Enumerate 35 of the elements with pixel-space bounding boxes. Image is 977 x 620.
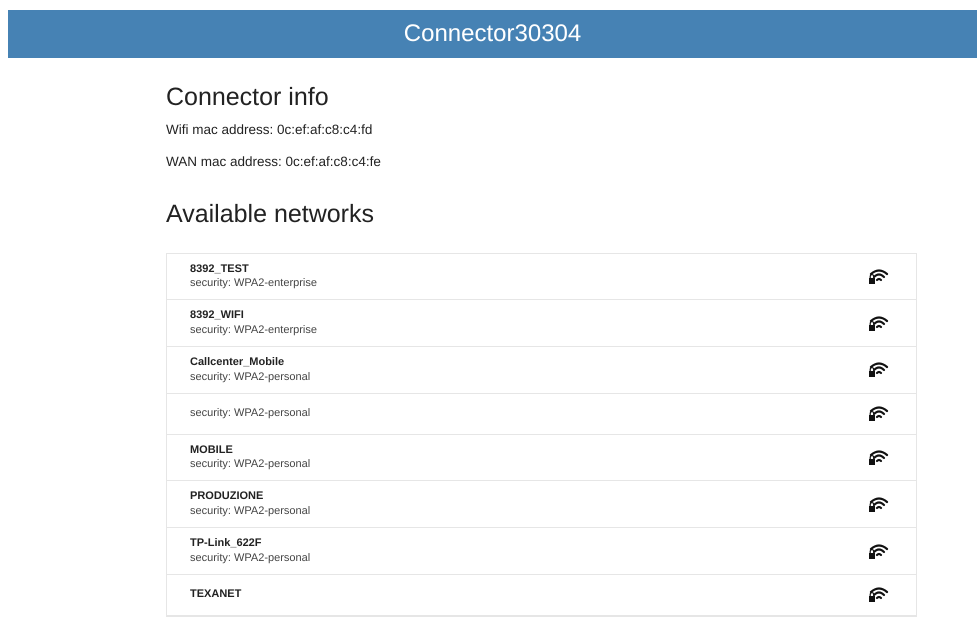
network-item[interactable]: security: WPA2-personal [167,394,916,435]
wifi-lock-icon [868,494,890,513]
security-text: security: WPA2-enterprise [190,276,317,292]
network-item[interactable]: 8392_TEST security: WPA2-enterprise [167,254,916,300]
network-item[interactable]: 8392_WIFI security: WPA2-enterprise [167,300,916,347]
wifi-lock-icon [868,448,890,466]
network-name: 8392_WIFI [190,308,245,324]
network-item[interactable]: TEXANET [167,574,916,616]
network-name: MOBILE [190,442,234,458]
network-item[interactable]: PRODUZIONE security: WPA2-personal [167,481,916,528]
network-item[interactable]: MOBILE security: WPA2-personal [167,434,916,482]
network-name: TEXANET [190,587,242,602]
wifi-lock-icon [868,360,890,378]
network-name: PRODUZIONE [190,489,264,504]
wifi-lock-icon [868,585,890,604]
security-text: security: WPA2-personal [190,550,310,566]
mac-address-text: WAN mac address: 0c:ef:af:c8:c4:fe [166,153,382,172]
wifi-lock-icon [868,314,890,332]
page-title: Connector30304 [404,19,582,49]
network-name: TP-Link_622F [190,536,263,551]
wifi-lock-icon [868,267,890,286]
security-text: security: WPA2-personal [190,406,310,421]
network-item[interactable]: TP-Link_622F security: WPA2-personal [167,528,916,575]
network-name: Callcenter_Mobile [190,354,286,370]
mac-address-text: Wifi mac address: 0c:ef:af:c8:c4:fd [166,121,374,139]
security-text: security: WPA2-personal [190,504,310,519]
security-text: security: WPA2-personal [190,457,310,472]
wifi-lock-icon [868,542,890,560]
network-name: 8392_TEST [190,262,250,276]
security-text: security: WPA2-personal [190,370,310,385]
security-text: security: WPA2-enterprise [190,323,317,338]
network-item[interactable]: Callcenter_Mobile security: WPA2-personal [167,346,916,394]
wifi-lock-icon [868,404,890,422]
section-heading: Available networks [166,198,375,228]
section-heading: Connector info [166,82,330,112]
